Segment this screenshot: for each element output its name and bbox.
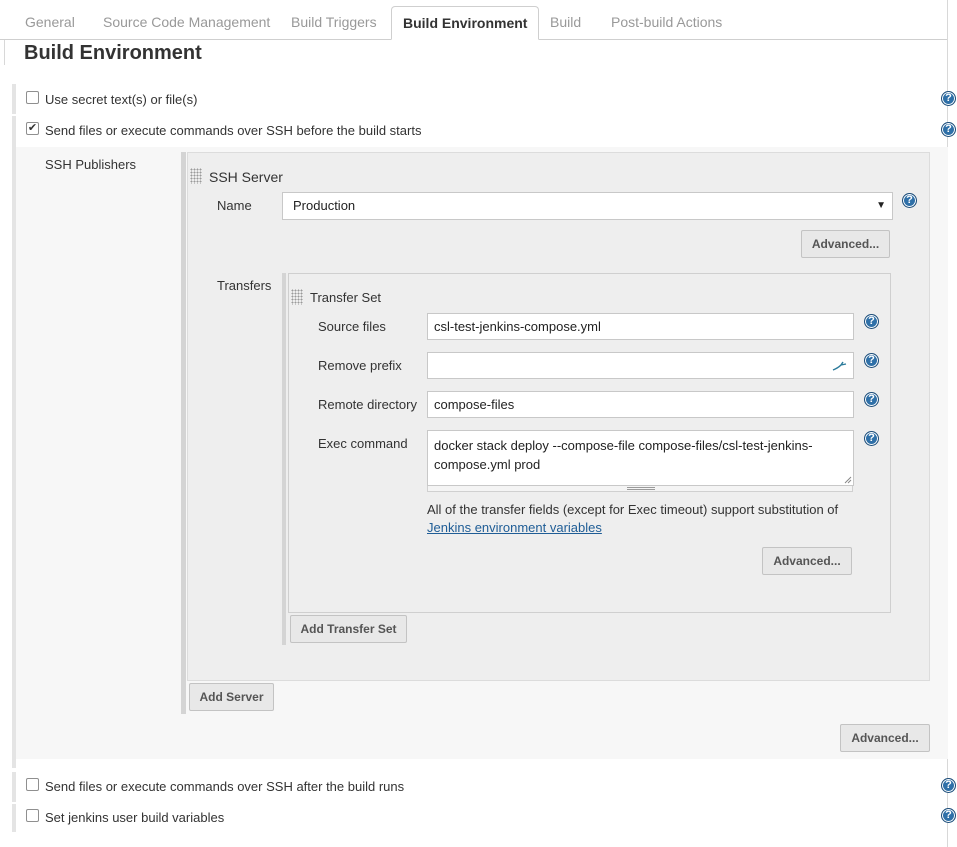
tab-general[interactable]: General <box>25 14 75 30</box>
exec-command-line: compose.yml prod <box>434 457 541 472</box>
exec-command-textarea[interactable]: docker stack deploy --compose-file compo… <box>427 430 854 486</box>
section-title: Build Environment <box>24 42 202 64</box>
ssh-before-label: Send files or execute commands over SSH … <box>45 123 422 138</box>
ssh-after-checkbox[interactable] <box>26 778 39 791</box>
tab-build-triggers[interactable]: Build Triggers <box>291 14 377 30</box>
jenkins-env-vars-link[interactable]: Jenkins environment variables <box>427 520 602 535</box>
help-icon[interactable]: ? <box>941 808 956 823</box>
ssh-publishers-indent-bar <box>181 152 186 714</box>
substitution-note-text: All of the transfer fields (except for E… <box>427 502 839 517</box>
help-icon[interactable]: ? <box>941 91 956 106</box>
option-indent-bar <box>12 84 16 114</box>
secret-label: Use secret text(s) or file(s) <box>45 92 198 107</box>
chevron-down-icon: ▼ <box>876 200 886 211</box>
tab-post-build-actions[interactable]: Post-build Actions <box>611 14 722 30</box>
help-icon[interactable]: ? <box>864 392 879 407</box>
option-indent-bar <box>12 804 16 832</box>
remove-prefix-input[interactable] <box>427 352 854 379</box>
drag-handle-icon[interactable] <box>190 168 202 184</box>
exec-command-line: docker stack deploy --compose-file compo… <box>434 438 813 453</box>
check-icon: ✔ <box>27 122 38 134</box>
tab-bar: General Source Code Management Build Tri… <box>0 0 948 40</box>
user-vars-checkbox[interactable] <box>26 809 39 822</box>
user-vars-label: Set jenkins user build variables <box>45 810 225 825</box>
tab-build-environment[interactable]: Build Environment <box>391 6 540 40</box>
remove-prefix-label: Remove prefix <box>318 358 402 373</box>
add-transfer-set-button[interactable]: Add Transfer Set <box>290 615 407 643</box>
server-name-select[interactable]: Production ▼ <box>282 192 893 220</box>
help-icon[interactable]: ? <box>902 193 917 208</box>
ssh-publishers-label: SSH Publishers <box>45 157 137 172</box>
ssh-after-label: Send files or execute commands over SSH … <box>45 779 405 794</box>
ssh-advanced-button[interactable]: Advanced... <box>840 724 930 752</box>
help-icon[interactable]: ? <box>864 314 879 329</box>
transfers-label: Transfers <box>217 278 272 293</box>
help-icon[interactable]: ? <box>864 353 879 368</box>
transfers-indent-bar <box>282 273 286 645</box>
transfer-advanced-button[interactable]: Advanced... <box>762 547 852 575</box>
ssh-before-checkbox[interactable]: ✔ <box>26 122 39 135</box>
textarea-resize-handle[interactable] <box>427 486 853 492</box>
server-name-value: Production <box>293 198 356 213</box>
resize-corner-icon[interactable] <box>844 476 852 484</box>
resize-grip-icon <box>627 487 655 490</box>
exec-command-label: Exec command <box>318 436 408 451</box>
secret-checkbox[interactable] <box>26 91 39 104</box>
transfer-set-title: Transfer Set <box>310 290 382 305</box>
tab-source-code-management[interactable]: Source Code Management <box>103 14 270 30</box>
server-name-label: Name <box>217 198 252 213</box>
ssh-server-title: SSH Server <box>209 169 283 185</box>
substitution-note: All of the transfer fields (except for E… <box>427 501 867 537</box>
option-indent-bar <box>12 772 16 802</box>
add-server-button[interactable]: Add Server <box>189 683 274 711</box>
help-icon[interactable]: ? <box>864 431 879 446</box>
source-files-input[interactable]: csl-test-jenkins-compose.yml <box>427 313 854 340</box>
server-advanced-button[interactable]: Advanced... <box>801 230 890 258</box>
section-left-border <box>4 40 5 65</box>
remote-directory-label: Remote directory <box>318 397 417 412</box>
help-icon[interactable]: ? <box>941 122 956 137</box>
source-files-label: Source files <box>318 319 386 334</box>
autofill-key-icon[interactable] <box>832 360 848 372</box>
remote-directory-input[interactable]: compose-files <box>427 391 854 418</box>
drag-handle-icon[interactable] <box>291 289 303 305</box>
help-icon[interactable]: ? <box>941 778 956 793</box>
tab-build[interactable]: Build <box>550 14 581 30</box>
